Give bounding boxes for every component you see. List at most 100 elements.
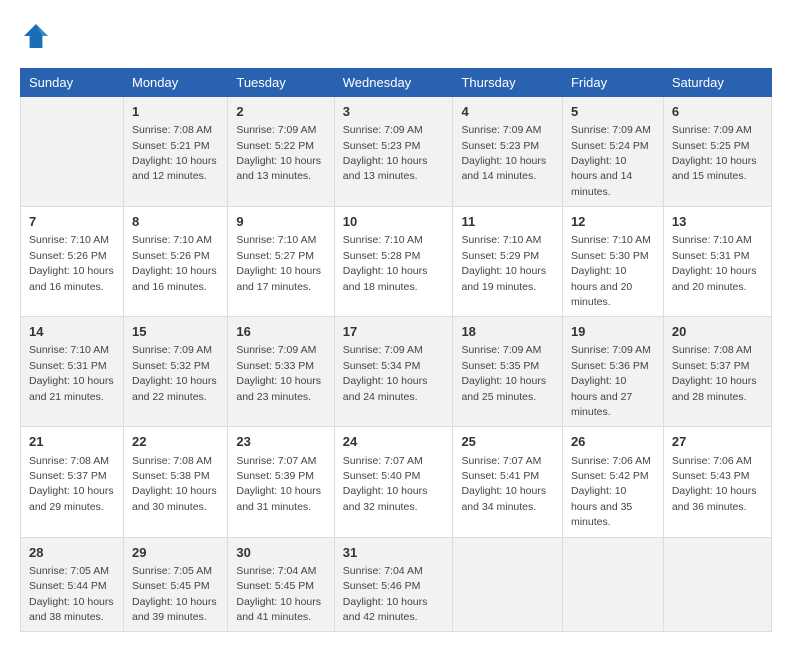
sunrise-text: Sunrise: 7:10 AM bbox=[236, 234, 316, 246]
day-number: 13 bbox=[672, 213, 763, 231]
sunrise-text: Sunrise: 7:05 AM bbox=[132, 565, 212, 577]
sunrise-text: Sunrise: 7:05 AM bbox=[29, 565, 109, 577]
daylight-text: Daylight: 10 hours and 18 minutes. bbox=[343, 265, 428, 292]
header-row: SundayMondayTuesdayWednesdayThursdayFrid… bbox=[21, 69, 772, 97]
sunrise-text: Sunrise: 7:09 AM bbox=[236, 124, 316, 136]
day-number: 7 bbox=[29, 213, 115, 231]
daylight-text: Daylight: 10 hours and 38 minutes. bbox=[29, 596, 114, 623]
calendar-cell: 22 Sunrise: 7:08 AM Sunset: 5:38 PM Dayl… bbox=[123, 427, 227, 537]
day-number: 11 bbox=[461, 213, 554, 231]
calendar-cell bbox=[562, 537, 663, 632]
sunset-text: Sunset: 5:41 PM bbox=[461, 470, 539, 482]
daylight-text: Daylight: 10 hours and 14 minutes. bbox=[461, 155, 546, 182]
daylight-text: Daylight: 10 hours and 17 minutes. bbox=[236, 265, 321, 292]
calendar-week-row: 28 Sunrise: 7:05 AM Sunset: 5:44 PM Dayl… bbox=[21, 537, 772, 632]
sunset-text: Sunset: 5:31 PM bbox=[29, 360, 107, 372]
calendar-cell: 20 Sunrise: 7:08 AM Sunset: 5:37 PM Dayl… bbox=[663, 317, 771, 427]
sunrise-text: Sunrise: 7:06 AM bbox=[672, 455, 752, 467]
weekday-header: Monday bbox=[123, 69, 227, 97]
day-number: 22 bbox=[132, 433, 219, 451]
day-number: 4 bbox=[461, 103, 554, 121]
sunrise-text: Sunrise: 7:08 AM bbox=[132, 455, 212, 467]
daylight-text: Daylight: 10 hours and 34 minutes. bbox=[461, 485, 546, 512]
day-number: 8 bbox=[132, 213, 219, 231]
daylight-text: Daylight: 10 hours and 29 minutes. bbox=[29, 485, 114, 512]
calendar-cell: 3 Sunrise: 7:09 AM Sunset: 5:23 PM Dayli… bbox=[334, 97, 453, 207]
day-number: 21 bbox=[29, 433, 115, 451]
calendar-cell: 17 Sunrise: 7:09 AM Sunset: 5:34 PM Dayl… bbox=[334, 317, 453, 427]
day-number: 28 bbox=[29, 544, 115, 562]
sunrise-text: Sunrise: 7:09 AM bbox=[132, 344, 212, 356]
sunset-text: Sunset: 5:34 PM bbox=[343, 360, 421, 372]
calendar-cell: 24 Sunrise: 7:07 AM Sunset: 5:40 PM Dayl… bbox=[334, 427, 453, 537]
day-number: 19 bbox=[571, 323, 655, 341]
calendar-cell: 13 Sunrise: 7:10 AM Sunset: 5:31 PM Dayl… bbox=[663, 207, 771, 317]
daylight-text: Daylight: 10 hours and 20 minutes. bbox=[672, 265, 757, 292]
weekday-header: Saturday bbox=[663, 69, 771, 97]
daylight-text: Daylight: 10 hours and 41 minutes. bbox=[236, 596, 321, 623]
weekday-header: Sunday bbox=[21, 69, 124, 97]
day-number: 20 bbox=[672, 323, 763, 341]
sunset-text: Sunset: 5:30 PM bbox=[571, 250, 649, 262]
sunset-text: Sunset: 5:25 PM bbox=[672, 140, 750, 152]
calendar-week-row: 1 Sunrise: 7:08 AM Sunset: 5:21 PM Dayli… bbox=[21, 97, 772, 207]
daylight-text: Daylight: 10 hours and 25 minutes. bbox=[461, 375, 546, 402]
sunrise-text: Sunrise: 7:10 AM bbox=[571, 234, 651, 246]
sunset-text: Sunset: 5:37 PM bbox=[672, 360, 750, 372]
daylight-text: Daylight: 10 hours and 36 minutes. bbox=[672, 485, 757, 512]
sunset-text: Sunset: 5:45 PM bbox=[236, 580, 314, 592]
sunrise-text: Sunrise: 7:07 AM bbox=[236, 455, 316, 467]
calendar-cell: 15 Sunrise: 7:09 AM Sunset: 5:32 PM Dayl… bbox=[123, 317, 227, 427]
calendar-cell: 16 Sunrise: 7:09 AM Sunset: 5:33 PM Dayl… bbox=[228, 317, 334, 427]
calendar-cell bbox=[663, 537, 771, 632]
sunset-text: Sunset: 5:27 PM bbox=[236, 250, 314, 262]
daylight-text: Daylight: 10 hours and 32 minutes. bbox=[343, 485, 428, 512]
calendar-cell bbox=[453, 537, 563, 632]
sunrise-text: Sunrise: 7:06 AM bbox=[571, 455, 651, 467]
sunset-text: Sunset: 5:32 PM bbox=[132, 360, 210, 372]
calendar-cell: 5 Sunrise: 7:09 AM Sunset: 5:24 PM Dayli… bbox=[562, 97, 663, 207]
calendar-cell: 31 Sunrise: 7:04 AM Sunset: 5:46 PM Dayl… bbox=[334, 537, 453, 632]
sunset-text: Sunset: 5:45 PM bbox=[132, 580, 210, 592]
day-number: 1 bbox=[132, 103, 219, 121]
daylight-text: Daylight: 10 hours and 15 minutes. bbox=[672, 155, 757, 182]
calendar-cell: 1 Sunrise: 7:08 AM Sunset: 5:21 PM Dayli… bbox=[123, 97, 227, 207]
calendar-cell: 2 Sunrise: 7:09 AM Sunset: 5:22 PM Dayli… bbox=[228, 97, 334, 207]
day-number: 29 bbox=[132, 544, 219, 562]
calendar-cell: 30 Sunrise: 7:04 AM Sunset: 5:45 PM Dayl… bbox=[228, 537, 334, 632]
calendar-cell: 26 Sunrise: 7:06 AM Sunset: 5:42 PM Dayl… bbox=[562, 427, 663, 537]
daylight-text: Daylight: 10 hours and 35 minutes. bbox=[571, 485, 632, 528]
weekday-header: Tuesday bbox=[228, 69, 334, 97]
sunset-text: Sunset: 5:23 PM bbox=[461, 140, 539, 152]
day-number: 24 bbox=[343, 433, 445, 451]
day-number: 31 bbox=[343, 544, 445, 562]
day-number: 18 bbox=[461, 323, 554, 341]
calendar-cell: 27 Sunrise: 7:06 AM Sunset: 5:43 PM Dayl… bbox=[663, 427, 771, 537]
daylight-text: Daylight: 10 hours and 12 minutes. bbox=[132, 155, 217, 182]
sunset-text: Sunset: 5:22 PM bbox=[236, 140, 314, 152]
sunrise-text: Sunrise: 7:07 AM bbox=[343, 455, 423, 467]
day-number: 5 bbox=[571, 103, 655, 121]
sunrise-text: Sunrise: 7:09 AM bbox=[571, 344, 651, 356]
sunrise-text: Sunrise: 7:09 AM bbox=[461, 124, 541, 136]
daylight-text: Daylight: 10 hours and 16 minutes. bbox=[132, 265, 217, 292]
sunrise-text: Sunrise: 7:10 AM bbox=[343, 234, 423, 246]
day-number: 12 bbox=[571, 213, 655, 231]
sunrise-text: Sunrise: 7:04 AM bbox=[236, 565, 316, 577]
daylight-text: Daylight: 10 hours and 19 minutes. bbox=[461, 265, 546, 292]
logo bbox=[20, 20, 56, 52]
sunset-text: Sunset: 5:24 PM bbox=[571, 140, 649, 152]
sunset-text: Sunset: 5:28 PM bbox=[343, 250, 421, 262]
sunset-text: Sunset: 5:37 PM bbox=[29, 470, 107, 482]
sunrise-text: Sunrise: 7:10 AM bbox=[461, 234, 541, 246]
daylight-text: Daylight: 10 hours and 24 minutes. bbox=[343, 375, 428, 402]
calendar-cell: 7 Sunrise: 7:10 AM Sunset: 5:26 PM Dayli… bbox=[21, 207, 124, 317]
weekday-header: Wednesday bbox=[334, 69, 453, 97]
sunset-text: Sunset: 5:42 PM bbox=[571, 470, 649, 482]
sunset-text: Sunset: 5:29 PM bbox=[461, 250, 539, 262]
day-number: 15 bbox=[132, 323, 219, 341]
sunset-text: Sunset: 5:46 PM bbox=[343, 580, 421, 592]
daylight-text: Daylight: 10 hours and 22 minutes. bbox=[132, 375, 217, 402]
sunrise-text: Sunrise: 7:09 AM bbox=[343, 344, 423, 356]
day-number: 16 bbox=[236, 323, 325, 341]
